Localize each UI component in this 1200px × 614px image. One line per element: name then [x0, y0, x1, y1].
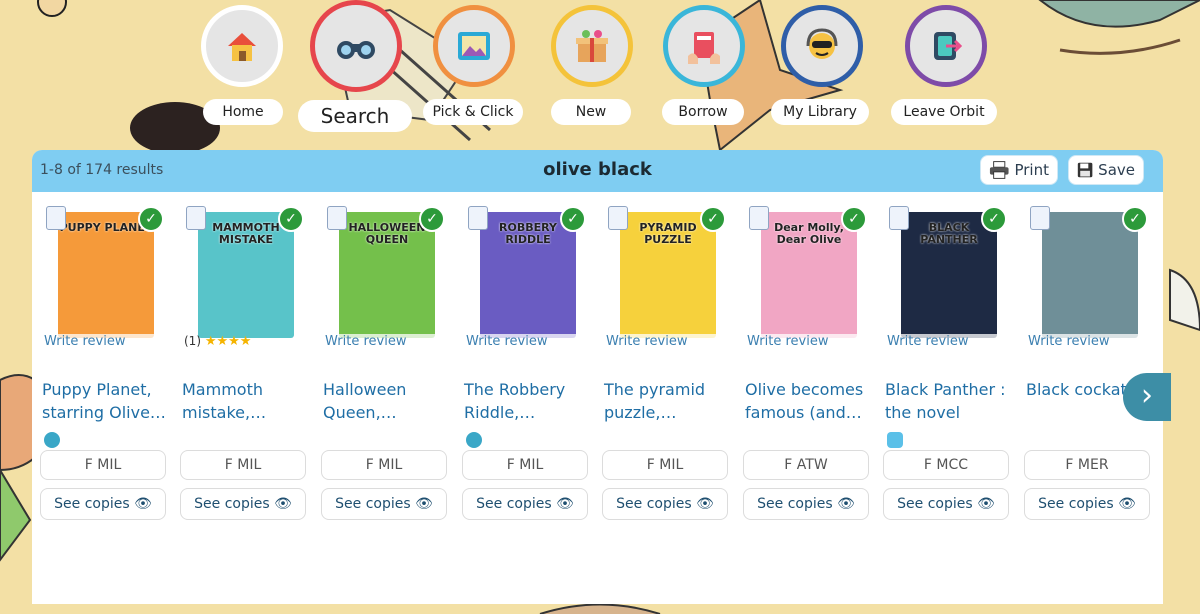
nav-new-circle[interactable]	[551, 5, 633, 87]
nav-home-label[interactable]: Home	[203, 99, 283, 125]
eye-icon: 👁	[696, 496, 714, 512]
see-copies-button[interactable]: See copies 👁	[602, 488, 728, 520]
star-rating-icon: ★★★★	[204, 334, 252, 349]
audiobook-icon	[44, 432, 60, 448]
print-label: Print	[1014, 161, 1049, 179]
call-number: F ATW	[743, 450, 869, 480]
available-check-icon: ✓	[278, 206, 304, 232]
call-number: F MER	[1024, 450, 1150, 480]
eye-icon: 👁	[134, 496, 152, 512]
book-title[interactable]: The pyramid puzzle,…	[604, 378, 734, 424]
multi-copy-icon	[186, 206, 206, 230]
results-panel: 1-8 of 174 results olive black Print Sav…	[32, 150, 1163, 604]
call-number: F MIL	[462, 450, 588, 480]
nav-borrow-circle[interactable]	[663, 5, 745, 87]
nav-pick-click-label[interactable]: Pick & Click	[423, 99, 523, 125]
multi-copy-icon	[468, 206, 488, 230]
eye-icon: 👁	[415, 496, 433, 512]
write-review-link[interactable]: Write review	[42, 334, 172, 350]
eye-icon: 👁	[1118, 496, 1136, 512]
multi-copy-icon	[46, 206, 66, 230]
see-copies-button[interactable]: See copies 👁	[40, 488, 166, 520]
see-copies-button[interactable]: See copies 👁	[321, 488, 447, 520]
book-title[interactable]: Mammoth mistake,…	[182, 378, 312, 424]
see-copies-label: See copies	[1038, 496, 1114, 512]
available-check-icon: ✓	[700, 206, 726, 232]
write-review-link[interactable]: Write review	[745, 334, 875, 350]
see-copies-label: See copies	[897, 496, 973, 512]
nav-my-library-label[interactable]: My Library	[771, 99, 869, 125]
rating[interactable]: (1) ★★★★	[184, 334, 251, 349]
nav-my-library-circle[interactable]	[781, 5, 863, 87]
book-title[interactable]: Black Panther : the novel	[885, 378, 1015, 424]
call-number: F MCC	[883, 450, 1009, 480]
write-review-link[interactable]: Write review	[464, 334, 594, 350]
next-page-button[interactable]: ›	[1123, 373, 1171, 421]
see-copies-label: See copies	[476, 496, 552, 512]
book-title[interactable]: Olive becomes famous (and…	[745, 378, 875, 424]
save-label: Save	[1098, 161, 1135, 179]
available-check-icon: ✓	[560, 206, 586, 232]
rating-count: (1)	[184, 334, 201, 348]
multi-copy-icon	[749, 206, 769, 230]
available-check-icon: ✓	[1122, 206, 1148, 232]
nav-leave-orbit-circle[interactable]	[905, 5, 987, 87]
house-icon	[228, 33, 256, 61]
write-review-link[interactable]: Write review	[604, 334, 734, 350]
book-title[interactable]: The Robbery Riddle,…	[464, 378, 594, 424]
available-check-icon: ✓	[419, 206, 445, 232]
see-copies-label: See copies	[757, 496, 833, 512]
write-review-link[interactable]: Write review	[885, 334, 1015, 350]
nav-pick-click-circle[interactable]	[433, 5, 515, 87]
ebook-icon	[887, 432, 903, 448]
multi-copy-icon	[1030, 206, 1050, 230]
see-copies-button[interactable]: See copies 👁	[180, 488, 306, 520]
nav-borrow-label[interactable]: Borrow	[662, 99, 744, 125]
see-copies-button[interactable]: See copies 👁	[1024, 488, 1150, 520]
eye-icon: 👁	[274, 496, 292, 512]
exit-door-icon	[934, 32, 963, 60]
see-copies-button[interactable]: See copies 👁	[743, 488, 869, 520]
print-button[interactable]: Print	[980, 155, 1058, 185]
book-title[interactable]: Puppy Planet, starring Olive…	[42, 378, 172, 424]
nav-search-circle[interactable]	[310, 0, 402, 92]
nav-new-label[interactable]: New	[551, 99, 631, 125]
nav-leave-orbit-label[interactable]: Leave Orbit	[891, 99, 997, 125]
floppy-disk-icon	[1077, 162, 1093, 178]
write-review-link[interactable]: Write review	[323, 334, 453, 350]
book-title[interactable]: Halloween Queen,…	[323, 378, 453, 424]
nav-home-circle[interactable]	[201, 5, 283, 87]
multi-copy-icon	[327, 206, 347, 230]
nav-search-label[interactable]: Search	[298, 100, 412, 132]
see-copies-label: See copies	[194, 496, 270, 512]
call-number: F MIL	[40, 450, 166, 480]
eye-icon: 👁	[837, 496, 855, 512]
gift-box-icon	[576, 30, 608, 62]
astronaut-icon	[806, 28, 838, 59]
printer-icon	[989, 161, 1009, 179]
eye-icon: 👁	[556, 496, 574, 512]
see-copies-label: See copies	[54, 496, 130, 512]
see-copies-label: See copies	[616, 496, 692, 512]
book-hands-icon	[688, 32, 720, 64]
write-review-link[interactable]: Write review	[1026, 334, 1156, 350]
results-header: 1-8 of 174 results olive black Print Sav…	[32, 150, 1163, 192]
see-copies-button[interactable]: See copies 👁	[883, 488, 1009, 520]
eye-icon: 👁	[977, 496, 995, 512]
multi-copy-icon	[889, 206, 909, 230]
available-check-icon: ✓	[981, 206, 1007, 232]
call-number: F MIL	[321, 450, 447, 480]
call-number: F MIL	[180, 450, 306, 480]
see-copies-button[interactable]: See copies 👁	[462, 488, 588, 520]
available-check-icon: ✓	[138, 206, 164, 232]
picture-icon	[458, 32, 490, 60]
audiobook-icon	[466, 432, 482, 448]
see-copies-label: See copies	[335, 496, 411, 512]
save-button[interactable]: Save	[1068, 155, 1144, 185]
binoculars-icon	[337, 41, 375, 59]
available-check-icon: ✓	[841, 206, 867, 232]
multi-copy-icon	[608, 206, 628, 230]
call-number: F MIL	[602, 450, 728, 480]
